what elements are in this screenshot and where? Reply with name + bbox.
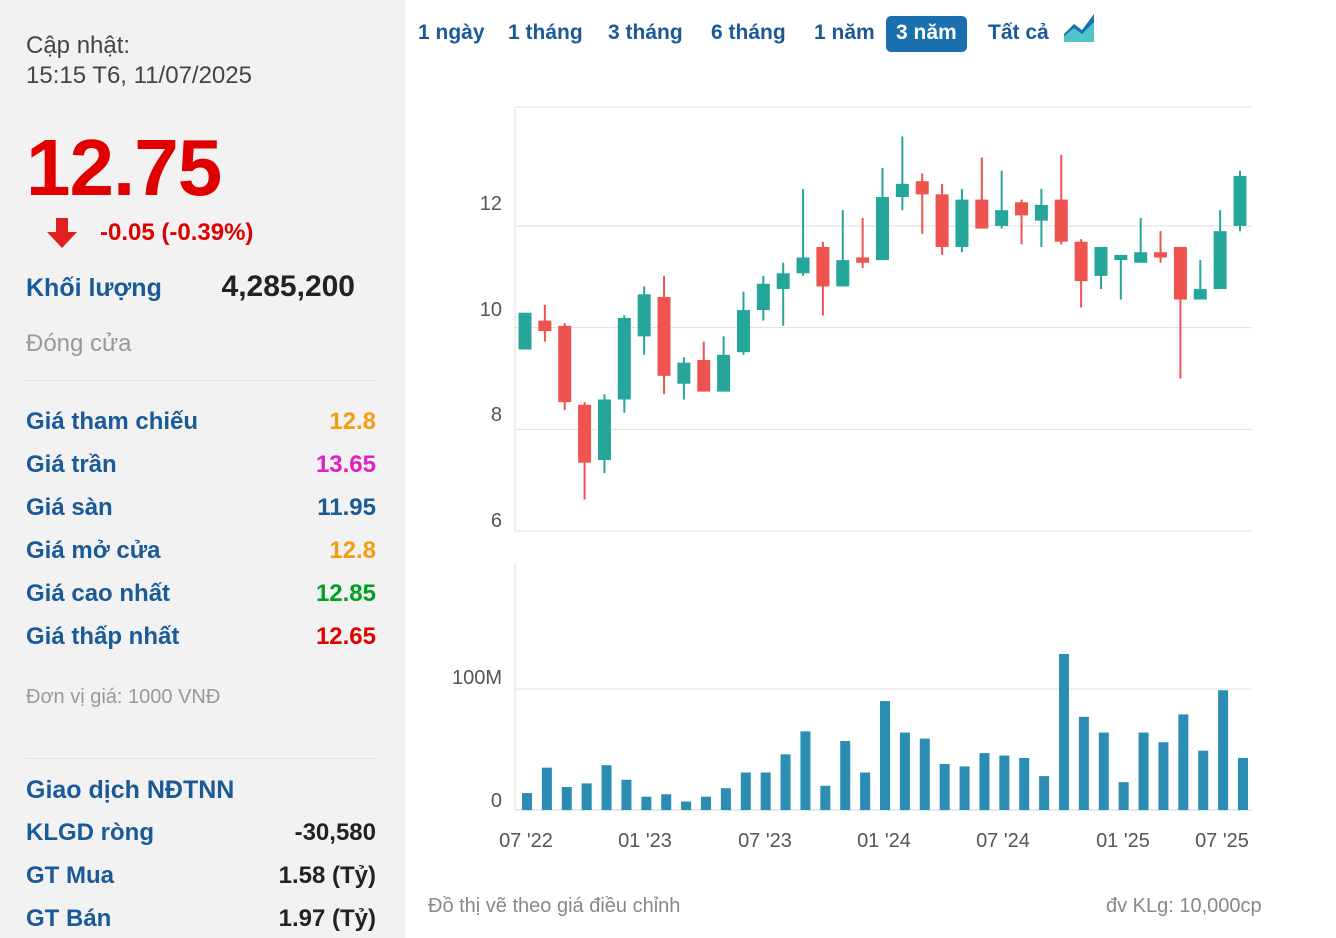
volume-bar	[1178, 714, 1189, 810]
volume-bar	[601, 765, 612, 810]
volume-bar	[959, 766, 970, 810]
candle-body	[1054, 199, 1068, 242]
volume-bar	[641, 796, 652, 810]
volume-y-axis: 0 100M	[452, 667, 502, 812]
volume-bar	[720, 788, 731, 810]
candle-body	[895, 183, 909, 197]
volume-bar	[860, 772, 871, 810]
candle-body	[617, 317, 631, 400]
candle-body	[876, 196, 889, 261]
volume-bar	[621, 779, 632, 810]
candle-body	[657, 296, 671, 376]
candle-body	[1094, 246, 1108, 276]
candle-body	[677, 362, 691, 384]
volume-bar	[1098, 732, 1109, 810]
candle-body	[816, 246, 830, 287]
x-tick-label: 07 '25	[1195, 830, 1249, 852]
candle-body	[697, 360, 711, 392]
candle-body	[955, 199, 969, 247]
price-volume-chart: 6 8 10 12 0 100M 07 '22 01 '23 07 '23 01…	[452, 106, 1252, 852]
x-tick-label: 07 '23	[738, 830, 792, 852]
volume-bar	[979, 753, 990, 810]
candlestick-series	[518, 136, 1247, 500]
volume-bar	[899, 732, 910, 810]
candle-body	[518, 312, 532, 350]
volume-bar	[1118, 782, 1129, 810]
candle-body	[1154, 252, 1168, 258]
candle-body	[935, 194, 949, 247]
candle-body	[836, 260, 850, 287]
volume-tick-label: 0	[491, 790, 502, 812]
x-tick-label: 01 '25	[1096, 830, 1150, 852]
candle-body	[736, 310, 750, 353]
price-tick-label: 8	[491, 404, 502, 426]
candle-body	[1074, 241, 1088, 282]
candle-body	[995, 210, 1009, 226]
candle-body	[756, 283, 770, 311]
volume-bar	[840, 741, 851, 810]
volume-bar	[681, 801, 692, 810]
volume-series	[522, 653, 1248, 810]
volume-bar	[1158, 742, 1169, 810]
price-tick-label: 12	[480, 193, 502, 215]
volume-bar	[1039, 776, 1050, 810]
candle-body	[1114, 254, 1128, 261]
candle-body	[1193, 289, 1207, 300]
candle-body	[796, 257, 810, 274]
time-x-axis: 07 '22 01 '23 07 '23 01 '24 07 '24 01 '2…	[499, 830, 1249, 852]
volume-bar	[999, 755, 1010, 810]
candle-body	[597, 399, 611, 460]
volume-bar	[581, 783, 592, 810]
volume-bar	[780, 754, 791, 810]
volume-bar	[1198, 750, 1209, 810]
candle-body	[915, 181, 929, 195]
candle-body	[538, 320, 552, 332]
candle-body	[1134, 252, 1148, 263]
candle-body	[637, 294, 651, 337]
volume-unit-note: đv KLg: 10,000cp	[1106, 895, 1262, 917]
volume-bar	[820, 785, 831, 810]
candle-body	[1213, 231, 1227, 290]
x-tick-label: 07 '22	[499, 830, 553, 852]
candle-body	[1173, 246, 1187, 300]
x-tick-label: 01 '24	[857, 830, 911, 852]
volume-bar	[522, 793, 532, 810]
volume-bar	[919, 738, 930, 810]
volume-bar	[939, 764, 950, 810]
volume-bar	[1138, 732, 1149, 810]
volume-bar	[701, 796, 711, 810]
volume-tick-label: 100M	[452, 667, 502, 689]
volume-bar	[1218, 690, 1229, 810]
candle-body	[1034, 204, 1048, 221]
candle-body	[1015, 202, 1029, 216]
candle-body	[578, 404, 592, 463]
volume-bar	[740, 772, 751, 810]
volume-bar	[760, 772, 771, 810]
volume-bar	[1238, 757, 1248, 810]
candle-body	[717, 354, 731, 392]
candle-body	[975, 199, 989, 229]
volume-bar	[541, 767, 552, 810]
adjusted-price-note: Đồ thị vẽ theo giá điều chỉnh	[428, 895, 681, 917]
volume-bar	[1078, 716, 1089, 810]
volume-bar	[561, 787, 572, 810]
x-tick-label: 07 '24	[976, 830, 1030, 852]
x-tick-label: 01 '23	[618, 830, 672, 852]
volume-bar	[880, 701, 890, 810]
price-tick-label: 6	[491, 510, 502, 532]
candle-body	[558, 325, 572, 403]
candle-body	[856, 257, 870, 263]
price-tick-label: 10	[480, 299, 502, 321]
volume-bar	[1059, 653, 1069, 810]
volume-bar	[1019, 757, 1030, 810]
candle-body	[776, 273, 790, 290]
volume-bar	[800, 731, 811, 810]
price-y-axis: 6 8 10 12	[480, 193, 502, 532]
candle-body	[1233, 175, 1247, 226]
volume-bar	[661, 794, 672, 810]
